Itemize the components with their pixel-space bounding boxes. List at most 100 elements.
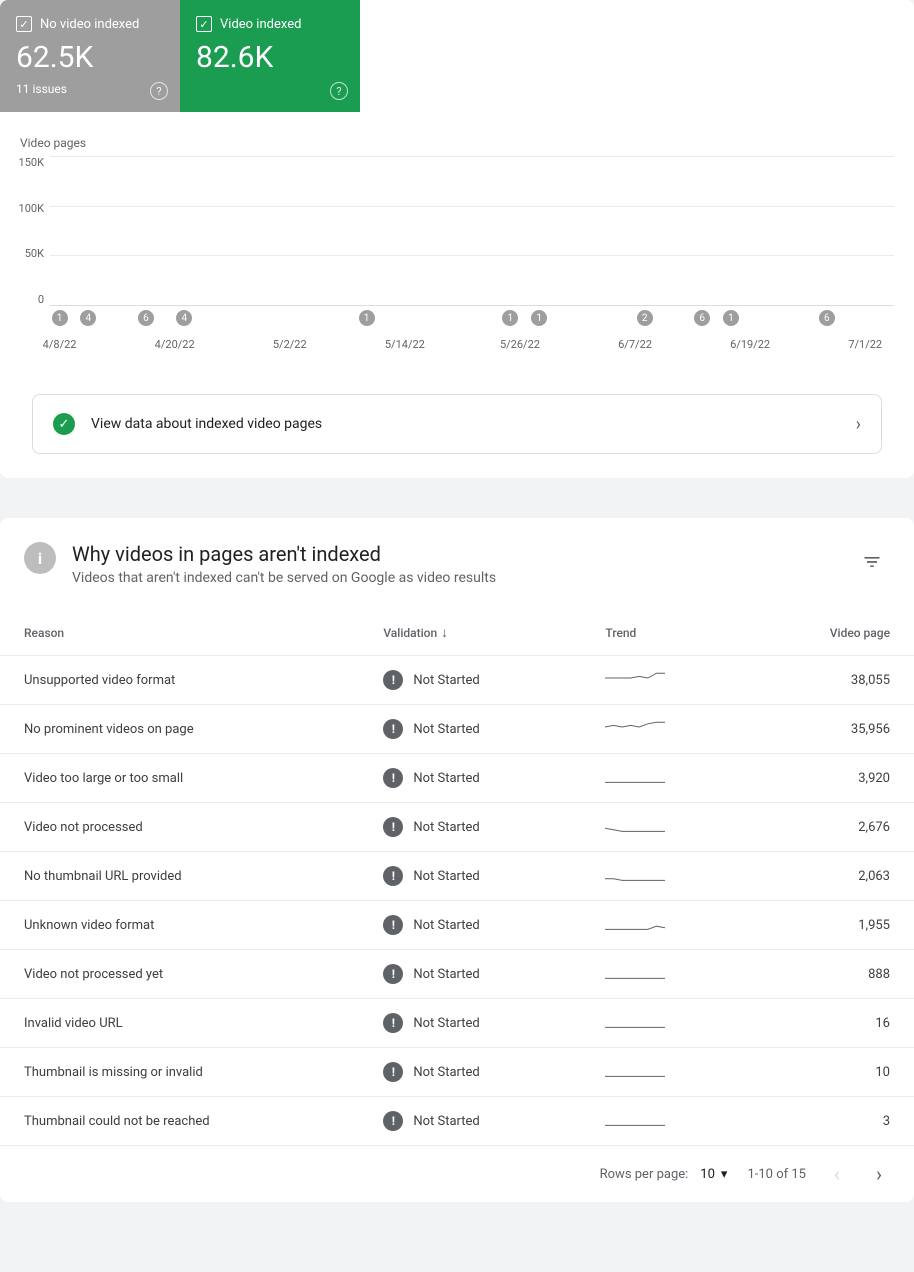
pages-cell: 16	[748, 999, 914, 1048]
prev-page-button[interactable]: ‹	[826, 1158, 848, 1190]
issues-table: Reason Validation↓ Trend Video page Unsu…	[0, 610, 914, 1146]
chart-y-axis: 150K100K50K0	[0, 156, 50, 306]
card-issues: 11 issues	[16, 82, 164, 96]
chart-x-axis: 4/8/224/20/225/2/225/14/225/26/226/7/226…	[50, 338, 894, 354]
chart-bars	[50, 156, 894, 306]
warning-icon: !	[383, 817, 403, 837]
trend-cell	[581, 950, 747, 999]
card-label: No video indexed	[40, 17, 139, 32]
trend-cell	[581, 901, 747, 950]
checkbox-icon: ✓	[196, 16, 212, 32]
reason-cell: Invalid video URL	[0, 999, 359, 1048]
warning-icon: !	[383, 1013, 403, 1033]
pages-cell: 2,063	[748, 852, 914, 901]
pagination-range: 1-10 of 15	[747, 1167, 806, 1182]
validation-cell: !Not Started	[383, 817, 557, 837]
table-row[interactable]: Unsupported video format!Not Started38,0…	[0, 656, 914, 705]
validation-cell: !Not Started	[383, 768, 557, 788]
filter-icon[interactable]	[854, 544, 890, 584]
validation-cell: !Not Started	[383, 1062, 557, 1082]
reason-cell: Video not processed	[0, 803, 359, 852]
warning-icon: !	[383, 768, 403, 788]
pages-cell: 3	[748, 1097, 914, 1146]
validation-cell: !Not Started	[383, 866, 557, 886]
chart-area: Video pages 150K100K50K0 14641112616 4/8…	[0, 112, 914, 378]
table-row[interactable]: No thumbnail URL provided !Not Started 2,0…	[0, 852, 914, 901]
col-pages[interactable]: Video page	[748, 610, 914, 656]
reason-cell: Unknown video format	[0, 901, 359, 950]
pages-cell: 10	[748, 1048, 914, 1097]
chart-title: Video pages	[20, 136, 894, 150]
dropdown-icon: ▾	[721, 1167, 728, 1182]
info-icon: i	[24, 542, 56, 574]
table-row[interactable]: Invalid video URL !Not Started 16	[0, 999, 914, 1048]
pages-cell: 888	[748, 950, 914, 999]
col-validation[interactable]: Validation↓	[359, 610, 581, 656]
pagination: Rows per page: 10 ▾ 1-10 of 15 ‹ ›	[0, 1146, 914, 1202]
reason-cell: Thumbnail could not be reached	[0, 1097, 359, 1146]
chevron-right-icon: ›	[856, 414, 861, 435]
warning-icon: !	[383, 866, 403, 886]
issues-panel: i Why videos in pages aren't indexed Vid…	[0, 518, 914, 1202]
pages-cell: 1,955	[748, 901, 914, 950]
validation-cell: !Not Started	[383, 1111, 557, 1131]
validation-cell: !Not Started	[383, 915, 557, 935]
summary-panel: ✓ No video indexed 62.5K 11 issues ? ✓ V…	[0, 0, 914, 478]
table-row[interactable]: No prominent videos on page !Not Started 3…	[0, 705, 914, 754]
card-label: Video indexed	[220, 17, 301, 32]
reason-cell: Video not processed yet	[0, 950, 359, 999]
trend-cell	[581, 1097, 747, 1146]
trend-cell	[581, 803, 747, 852]
help-icon[interactable]: ?	[330, 82, 348, 100]
table-row[interactable]: Video too large or too small !Not Started…	[0, 754, 914, 803]
validation-cell: !Not Started	[383, 1013, 557, 1033]
validation-cell: !Not Started	[383, 719, 557, 739]
warning-icon: !	[383, 719, 403, 739]
card-video-indexed[interactable]: ✓ Video indexed 82.6K ?	[180, 0, 360, 112]
trend-cell	[581, 852, 747, 901]
rows-per-page-select[interactable]: 10 ▾	[700, 1167, 727, 1182]
trend-cell	[581, 754, 747, 803]
card-value: 82.6K	[196, 40, 344, 76]
help-icon[interactable]: ?	[150, 82, 168, 100]
trend-cell	[581, 705, 747, 754]
rows-per-page-label: Rows per page:	[600, 1167, 689, 1182]
link-text: View data about indexed video pages	[91, 416, 840, 432]
card-no-video-indexed[interactable]: ✓ No video indexed 62.5K 11 issues ?	[0, 0, 180, 112]
section-title: Why videos in pages aren't indexed	[72, 542, 838, 566]
reason-cell: Thumbnail is missing or invalid	[0, 1048, 359, 1097]
validation-cell: !Not Started	[383, 964, 557, 984]
reason-cell: No prominent videos on page	[0, 705, 359, 754]
section-subtitle: Videos that aren't indexed can't be serv…	[72, 570, 838, 586]
table-row[interactable]: Video not processed yet !Not Started 888	[0, 950, 914, 999]
validation-cell: !Not Started	[383, 670, 557, 690]
chart-markers: 14641112616	[50, 310, 894, 330]
reason-cell: Video too large or too small	[0, 754, 359, 803]
check-icon: ✓	[53, 413, 75, 435]
metric-cards: ✓ No video indexed 62.5K 11 issues ? ✓ V…	[0, 0, 914, 112]
reason-cell: No thumbnail URL provided	[0, 852, 359, 901]
col-reason[interactable]: Reason	[0, 610, 359, 656]
trend-cell	[581, 999, 747, 1048]
pages-cell: 35,956	[748, 705, 914, 754]
col-trend[interactable]: Trend	[581, 610, 747, 656]
warning-icon: !	[383, 1111, 403, 1131]
warning-icon: !	[383, 915, 403, 935]
table-row[interactable]: Thumbnail is missing or invalid !Not Star…	[0, 1048, 914, 1097]
trend-cell	[581, 1048, 747, 1097]
warning-icon: !	[383, 670, 403, 690]
sort-arrow-icon: ↓	[441, 625, 448, 641]
checkbox-icon: ✓	[16, 16, 32, 32]
warning-icon: !	[383, 1062, 403, 1082]
card-value: 62.5K	[16, 40, 164, 76]
next-page-button[interactable]: ›	[868, 1158, 890, 1190]
table-row[interactable]: Video not processed !Not Started 2,676	[0, 803, 914, 852]
warning-icon: !	[383, 964, 403, 984]
table-row[interactable]: Unknown video format !Not Started 1,955	[0, 901, 914, 950]
trend-cell	[581, 656, 747, 705]
pages-cell: 38,055	[748, 656, 914, 705]
pages-cell: 3,920	[748, 754, 914, 803]
table-row[interactable]: Thumbnail could not be reached !Not Start…	[0, 1097, 914, 1146]
view-indexed-data-link[interactable]: ✓ View data about indexed video pages ›	[32, 394, 882, 454]
pages-cell: 2,676	[748, 803, 914, 852]
